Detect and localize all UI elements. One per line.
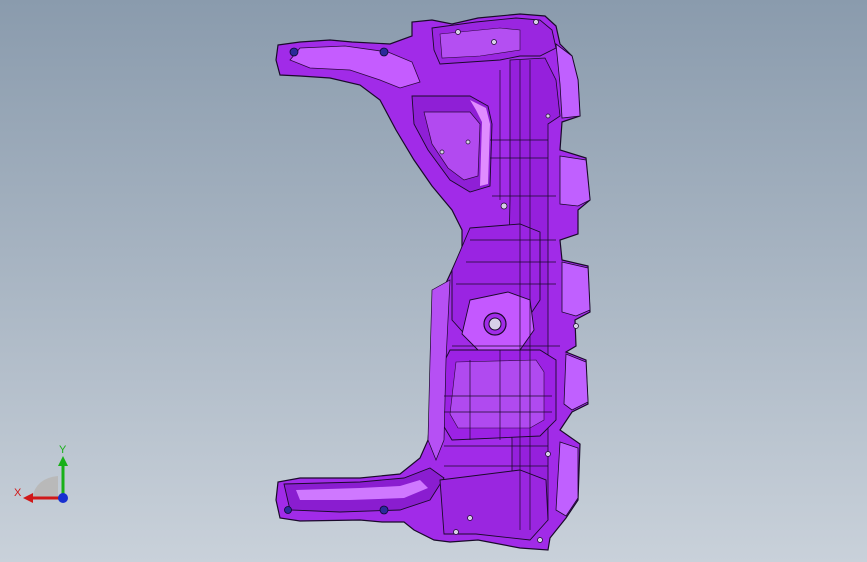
- triad-z-plane: [32, 476, 58, 498]
- triad-y-arrow: [58, 456, 68, 466]
- right-tab-2: [559, 155, 591, 207]
- triad-x-arrow: [23, 493, 33, 503]
- fastener-holes: [284, 47, 389, 515]
- coordinate-triad: Y X: [14, 444, 68, 503]
- boss-hole-inner: [488, 317, 502, 331]
- 3d-part-model[interactable]: [0, 0, 867, 562]
- graphics-viewport[interactable]: Y X: [0, 0, 867, 562]
- triad-z-axis: [58, 493, 68, 503]
- right-tab-4: [563, 353, 589, 411]
- right-tab-3: [561, 261, 591, 317]
- triad-x-label: X: [14, 487, 22, 499]
- triad-y-label: Y: [59, 444, 67, 456]
